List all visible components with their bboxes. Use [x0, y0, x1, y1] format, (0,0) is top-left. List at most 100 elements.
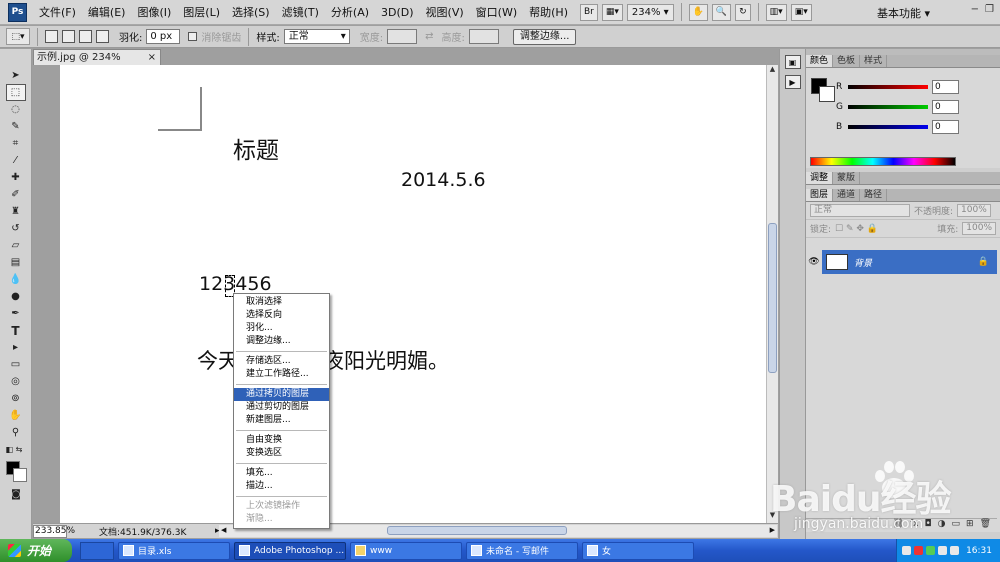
layer-style-icon[interactable]: fx [910, 519, 919, 532]
ctx-stroke[interactable]: 描边... [234, 480, 329, 493]
tab-masks[interactable]: 蒙版 [833, 172, 861, 184]
menu-image[interactable]: 图像(I) [131, 0, 177, 25]
document-tab[interactable]: 示例.jpg @ 234%(RGB/8#) × [33, 49, 161, 78]
eyedropper-tool-icon[interactable]: ⁄ [6, 152, 26, 169]
restore-icon[interactable]: ❐ [985, 4, 994, 15]
marquee-tool-icon[interactable]: ⬚ [5, 84, 26, 101]
height-input[interactable] [468, 29, 499, 44]
history-brush-tool-icon[interactable]: ↺ [6, 220, 26, 237]
pen-tool-icon[interactable]: ✒ [6, 305, 26, 322]
lasso-tool-icon[interactable]: ◌ [6, 101, 26, 118]
tab-styles[interactable]: 样式 [860, 55, 888, 67]
move-tool-icon[interactable]: ➤ [6, 67, 26, 84]
visibility-eye-icon[interactable]: 👁 [806, 250, 822, 274]
ctx-save-selection[interactable]: 存储选区... [234, 355, 329, 368]
tab-paths[interactable]: 路径 [860, 189, 888, 201]
quick-select-tool-icon[interactable]: ✎ [6, 118, 26, 135]
close-tab-icon[interactable]: × [148, 50, 156, 65]
ctx-feather[interactable]: 羽化... [234, 322, 329, 335]
healing-brush-tool-icon[interactable]: ✚ [6, 169, 26, 186]
green-slider[interactable] [848, 105, 928, 109]
task-folder[interactable]: www [350, 541, 462, 560]
workspace-switcher[interactable]: 基本功能 ▾ [877, 5, 930, 21]
zoom-field[interactable]: 233.85% [33, 524, 75, 538]
dodge-tool-icon[interactable]: ● [6, 288, 26, 305]
vertical-scroll-thumb[interactable] [768, 223, 777, 373]
eraser-tool-icon[interactable]: ▱ [6, 237, 26, 254]
task-chat[interactable]: 女 [582, 541, 694, 560]
quick-mask-icon[interactable]: ◙ [6, 486, 26, 503]
refine-edge-button[interactable]: 调整边缘... [512, 28, 577, 45]
scroll-left-icon[interactable]: ◀ [221, 526, 226, 534]
blue-value-input[interactable]: 0 [932, 120, 959, 134]
ctx-new-layer[interactable]: 新建图层... [234, 414, 329, 427]
ctx-refine-edge[interactable]: 调整边缘... [234, 335, 329, 348]
type-tool-icon[interactable]: T [6, 322, 26, 339]
new-layer-icon[interactable]: ⊞ [966, 519, 974, 532]
new-group-icon[interactable]: ▭ [952, 519, 961, 532]
marquee-preset-icon[interactable]: ⬚▾ [6, 28, 30, 45]
ctx-free-transform[interactable]: 自由变换 [234, 434, 329, 447]
menu-window[interactable]: 窗口(W) [470, 0, 523, 25]
path-select-tool-icon[interactable]: ▸ [6, 339, 26, 356]
hand-tool-icon[interactable]: ✋ [6, 407, 26, 424]
clone-stamp-tool-icon[interactable]: ♜ [6, 203, 26, 220]
document-size-info[interactable]: 文档:451.9K/376.3K [99, 525, 209, 538]
task-mail[interactable]: 未命名 - 写邮件 [466, 541, 578, 560]
zoom-level-select[interactable]: 234% ▾ [626, 3, 674, 21]
menu-file[interactable]: 文件(F) [33, 0, 82, 25]
task-excel[interactable]: 目录.xls [118, 541, 230, 560]
horizontal-scroll-thumb[interactable] [387, 526, 567, 535]
panel-background-swatch[interactable] [819, 86, 835, 102]
quick-launch[interactable] [80, 541, 114, 560]
zoom-icon[interactable]: 🔍 [711, 3, 732, 21]
tab-layers[interactable]: 图层 [806, 189, 834, 201]
add-selection-icon[interactable] [62, 30, 75, 43]
tray-icon[interactable] [914, 546, 924, 555]
swap-icon[interactable]: ⇄ [425, 31, 433, 42]
arrange-documents-icon[interactable]: ▥▾ [765, 3, 787, 21]
green-value-input[interactable]: 0 [932, 100, 959, 114]
document-canvas[interactable]: 标题 2014.5.6 123456 今天下雨，今夜阳光明媚。 [60, 65, 766, 523]
fill-input[interactable]: 100% [962, 222, 996, 235]
new-selection-icon[interactable] [45, 30, 58, 43]
add-mask-icon[interactable]: ◘ [925, 519, 932, 532]
tab-channels[interactable]: 通道 [833, 189, 861, 201]
menu-layer[interactable]: 图层(L) [177, 0, 226, 25]
ctx-make-work-path[interactable]: 建立工作路径... [234, 368, 329, 381]
scroll-down-icon[interactable]: ▼ [767, 511, 778, 523]
intersect-selection-icon[interactable] [96, 30, 109, 43]
subtract-selection-icon[interactable] [79, 30, 92, 43]
blue-slider[interactable] [848, 125, 928, 129]
menu-view[interactable]: 视图(V) [420, 0, 470, 25]
opacity-input[interactable]: 100% [957, 204, 991, 217]
tab-swatches[interactable]: 色板 [833, 55, 861, 67]
blur-tool-icon[interactable]: 💧 [6, 271, 26, 288]
minimize-icon[interactable]: − [971, 4, 979, 15]
screen-mode-icon[interactable]: ▣▾ [790, 3, 812, 21]
menu-edit[interactable]: 编辑(E) [82, 0, 132, 25]
style-select[interactable]: 正常 [283, 29, 350, 44]
adjustment-layer-icon[interactable]: ◑ [938, 519, 946, 532]
scroll-right-icon[interactable]: ▶ [770, 526, 775, 534]
ctx-layer-via-cut[interactable]: 通过剪切的图层 [234, 401, 329, 414]
hand-icon[interactable]: ✋ [688, 3, 708, 21]
ctx-fill[interactable]: 填充... [234, 467, 329, 480]
actions-panel-icon[interactable]: ▶ [784, 75, 801, 89]
tab-color[interactable]: 颜色 [806, 55, 834, 67]
menu-help[interactable]: 帮助(H) [523, 0, 574, 25]
menu-analysis[interactable]: 分析(A) [325, 0, 375, 25]
crop-tool-icon[interactable]: ⌗ [6, 135, 26, 152]
blend-mode-select[interactable]: 正常 [810, 204, 910, 217]
start-button[interactable]: 开始 [0, 539, 72, 562]
layer-row-background[interactable]: 👁 背景 🔒 [806, 250, 997, 274]
tab-adjustments[interactable]: 调整 [806, 172, 834, 184]
vertical-scrollbar[interactable]: ▲ ▼ [766, 65, 778, 523]
clock[interactable]: 16:31 [966, 546, 992, 556]
feather-input[interactable]: 0 px [146, 29, 181, 44]
tray-icon[interactable] [926, 546, 936, 555]
shape-tool-icon[interactable]: ▭ [6, 356, 26, 373]
link-layers-icon[interactable]: ⛓ [893, 519, 904, 532]
lock-icons[interactable]: ☐ ✎ ✥ 🔒 [835, 224, 878, 234]
red-value-input[interactable]: 0 [932, 80, 959, 94]
